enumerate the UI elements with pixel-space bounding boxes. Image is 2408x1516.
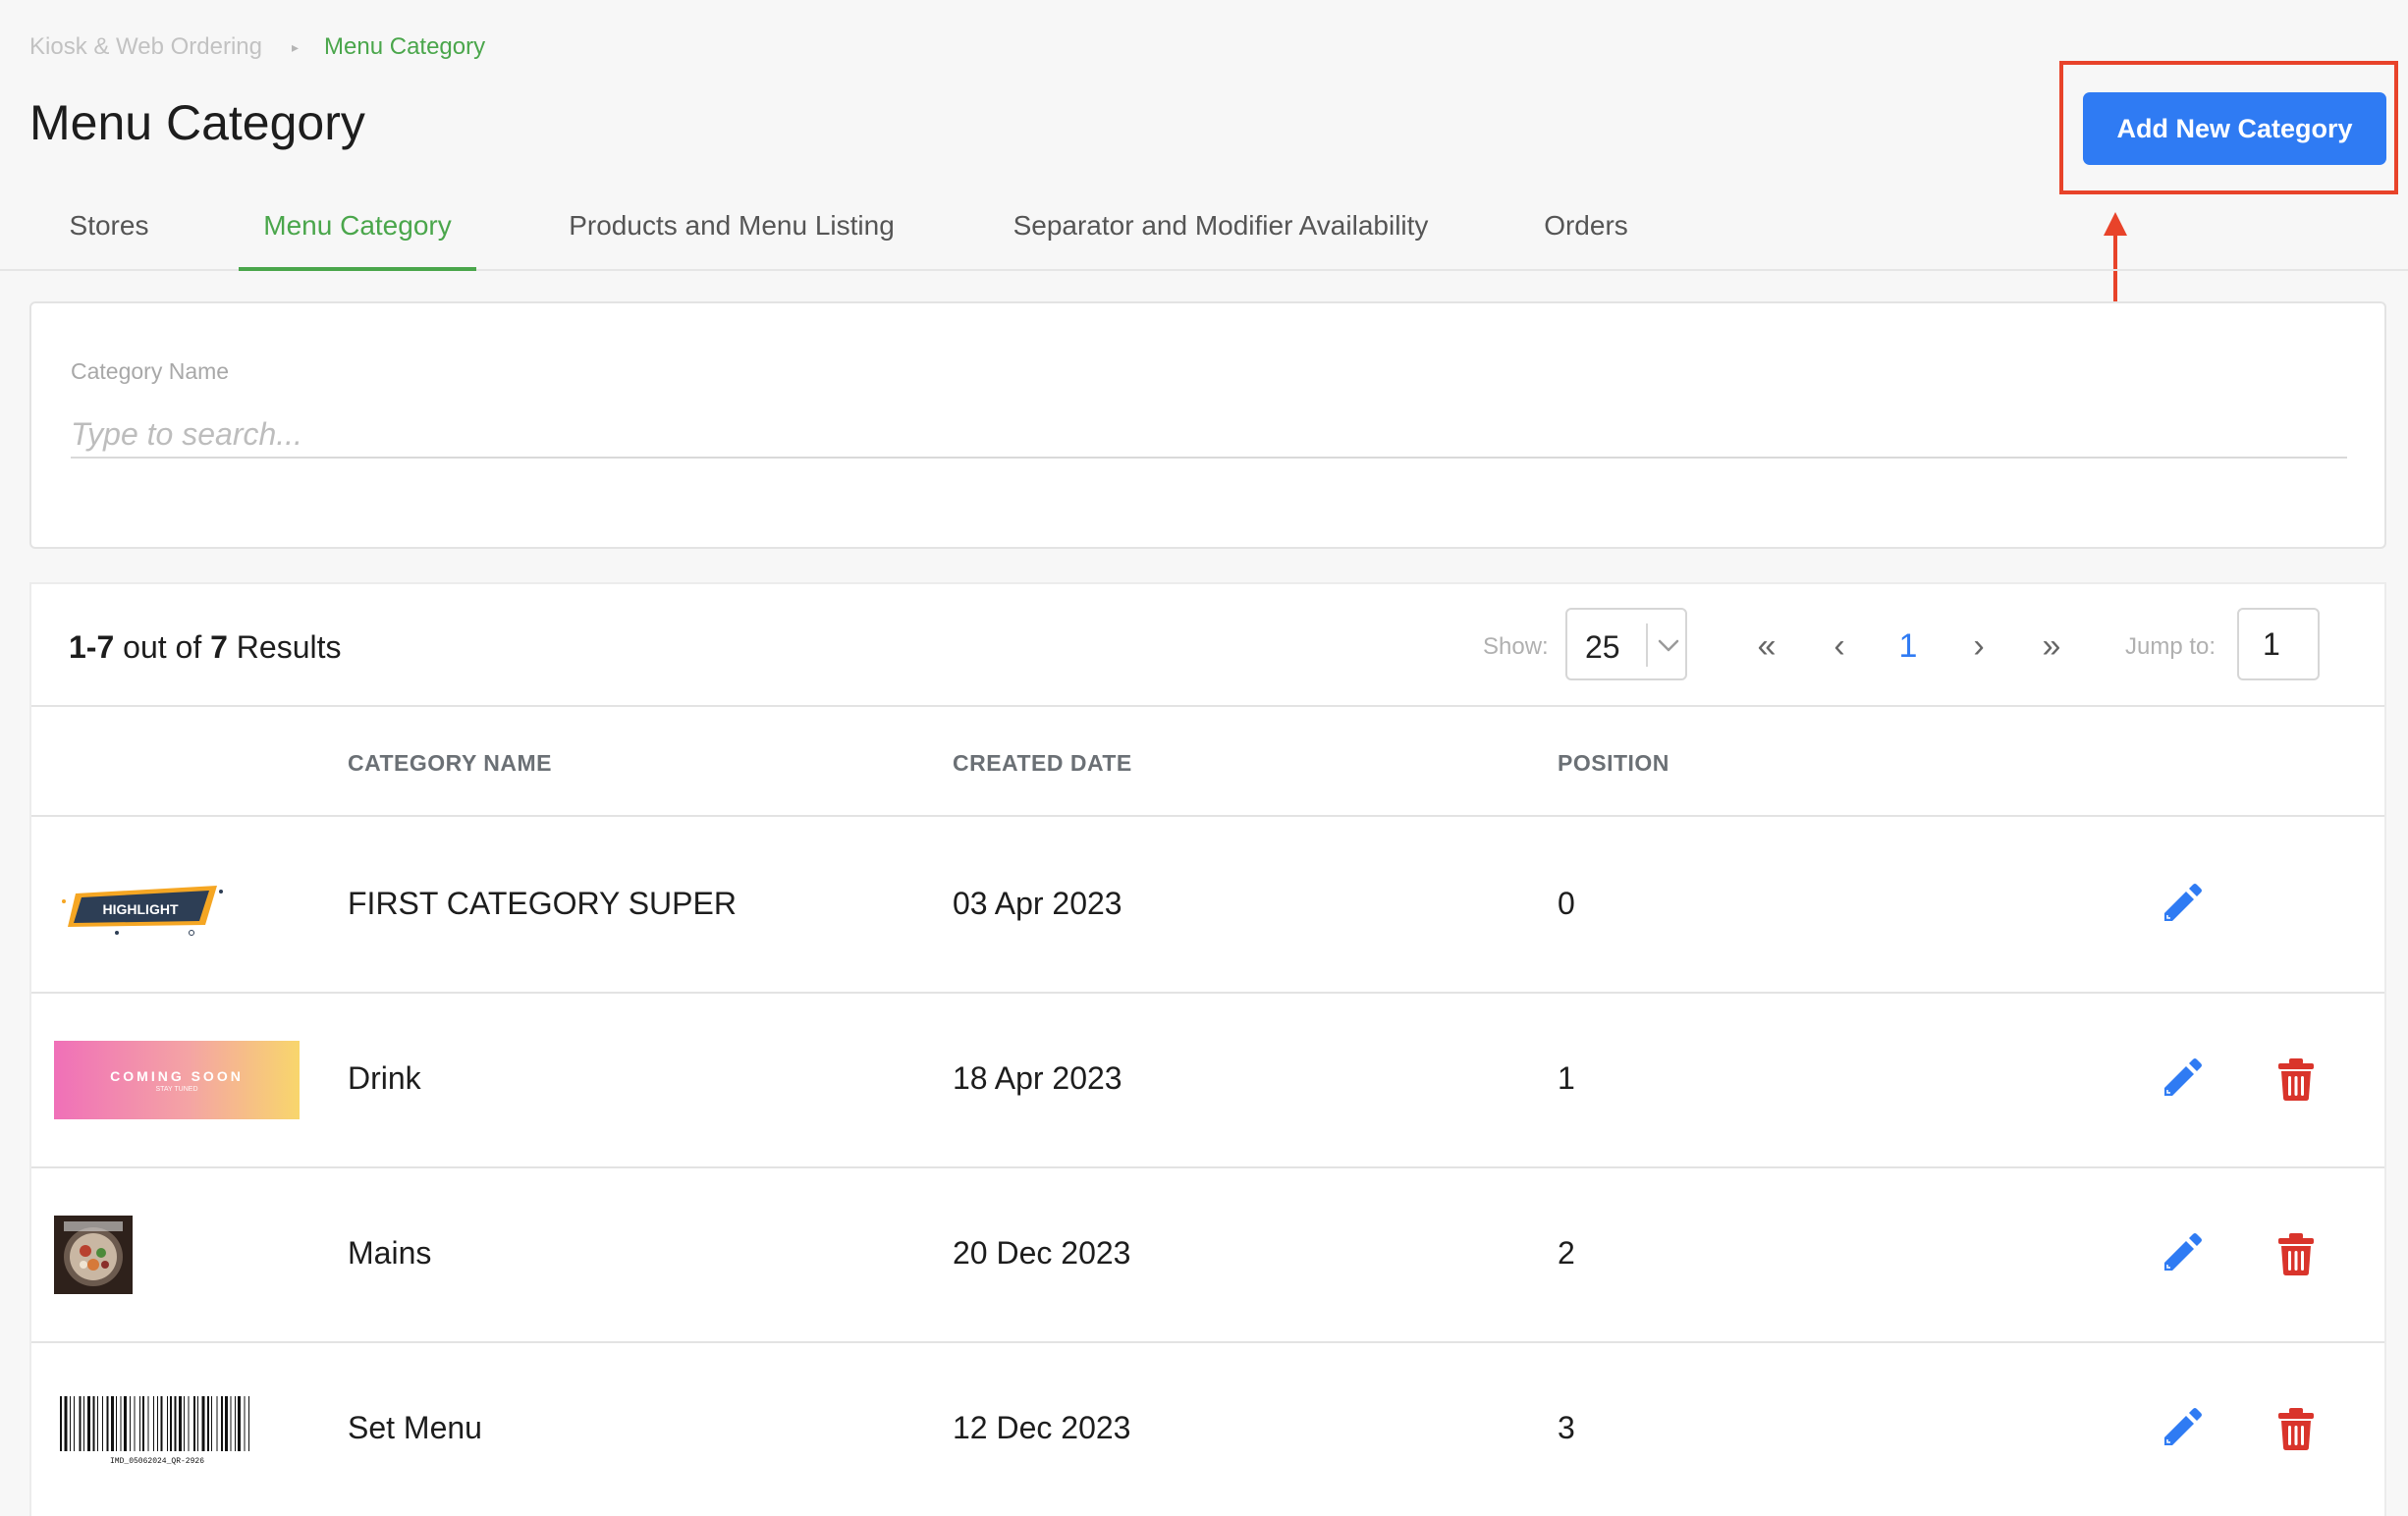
delete-trash-icon[interactable] [2276,1056,2316,1102]
results-toolbar: 1-7 out of 7 Results Show: 25 « ‹ 1 › » … [31,584,2384,707]
chevron-down-icon [1658,639,1679,652]
edit-pencil-icon[interactable] [2159,1056,2204,1102]
page-size-select[interactable]: 25 [1565,608,1687,680]
breadcrumb: Kiosk & Web Ordering ▸ Menu Category [29,33,485,61]
prev-page-button[interactable]: ‹ [1815,622,1864,671]
column-header-created-date[interactable]: CREATED DATE [953,750,1132,777]
first-page-button[interactable]: « [1742,622,1791,671]
tab-orders[interactable]: Orders [1528,192,1644,271]
category-name-cell: Set Menu [348,1410,482,1445]
table-header: CATEGORY NAME CREATED DATE POSITION [31,709,2384,817]
add-new-category-button[interactable]: Add New Category [2083,92,2386,165]
table-row: IMD_05062024_QR-2926 Set Menu 12 Dec 202… [31,1343,2384,1516]
svg-text:IMD_05062024_QR-2926: IMD_05062024_QR-2926 [110,1457,204,1466]
coming-soon-text: COMING SOON [110,1067,244,1084]
edit-pencil-icon[interactable] [2159,882,2204,927]
show-label: Show: [1483,633,1549,660]
barcode-image: IMD_05062024_QR-2926 [54,1390,260,1469]
category-name-cell: Drink [348,1060,421,1096]
category-name-cell: FIRST CATEGORY SUPER [348,886,737,921]
delete-trash-icon[interactable] [2276,1406,2316,1451]
category-thumbnail: HIGHLIGHT [54,878,227,937]
results-range: 1-7 [69,629,115,665]
highlight-banner-image: HIGHLIGHT [62,886,223,936]
created-date-cell: 12 Dec 2023 [953,1410,1131,1445]
table-row: HIGHLIGHT FIRST CATEGORY SUPER 03 Apr 20… [31,819,2384,994]
position-cell: 0 [1558,886,1575,921]
select-divider [1646,623,1648,667]
tab-stores[interactable]: Stores [51,192,167,271]
edit-pencil-icon[interactable] [2159,1231,2204,1276]
delete-trash-icon[interactable] [2276,1231,2316,1276]
edit-pencil-icon[interactable] [2159,1406,2204,1451]
last-page-button[interactable]: » [2027,622,2076,671]
category-thumbnail: COMING SOON STAY TUNED [54,1041,300,1119]
category-name-cell: Mains [348,1235,432,1271]
results-count: 1-7 out of 7 Results [69,629,341,666]
current-page-number[interactable]: 1 [1884,622,1933,671]
results-out-of: out of [123,629,202,665]
jump-to-label: Jump to: [2125,633,2216,660]
column-header-position[interactable]: POSITION [1558,750,1669,777]
breadcrumb-root-link[interactable]: Kiosk & Web Ordering [29,33,262,61]
created-date-cell: 20 Dec 2023 [953,1235,1131,1271]
tab-products-and-menu-listing[interactable]: Products and Menu Listing [550,192,913,271]
position-cell: 1 [1558,1060,1575,1096]
next-page-button[interactable]: › [1954,622,2003,671]
created-date-cell: 18 Apr 2023 [953,1060,1122,1096]
category-thumbnail [54,1216,133,1294]
breadcrumb-current: Menu Category [324,33,486,60]
category-name-search-input[interactable] [71,411,2347,459]
created-date-cell: 03 Apr 2023 [953,886,1122,921]
category-thumbnail: IMD_05062024_QR-2926 [54,1390,260,1469]
search-panel: Category Name [29,301,2386,549]
svg-text:HIGHLIGHT: HIGHLIGHT [103,901,179,917]
tab-menu-category[interactable]: Menu Category [239,192,476,271]
breadcrumb-separator-icon: ▸ [292,38,300,55]
coming-soon-subtext: STAY TUNED [155,1085,198,1093]
table-row: COMING SOON STAY TUNED Drink 18 Apr 2023… [31,994,2384,1168]
jump-to-input[interactable] [2237,608,2320,680]
results-panel: 1-7 out of 7 Results Show: 25 « ‹ 1 › » … [29,582,2386,1516]
tab-separator-and-modifier-availability[interactable]: Separator and Modifier Availability [992,192,1450,271]
results-suffix: Results [236,629,342,665]
tab-bar: Stores Menu Category Products and Menu L… [0,192,2408,271]
food-photo-image [54,1216,133,1294]
table-row: Mains 20 Dec 2023 2 [31,1168,2384,1343]
results-total: 7 [210,629,228,665]
position-cell: 3 [1558,1410,1575,1445]
page-size-value: 25 [1585,629,1620,665]
page-title: Menu Category [29,95,365,150]
position-cell: 2 [1558,1235,1575,1271]
column-header-category-name[interactable]: CATEGORY NAME [348,750,552,777]
search-label: Category Name [71,358,230,384]
